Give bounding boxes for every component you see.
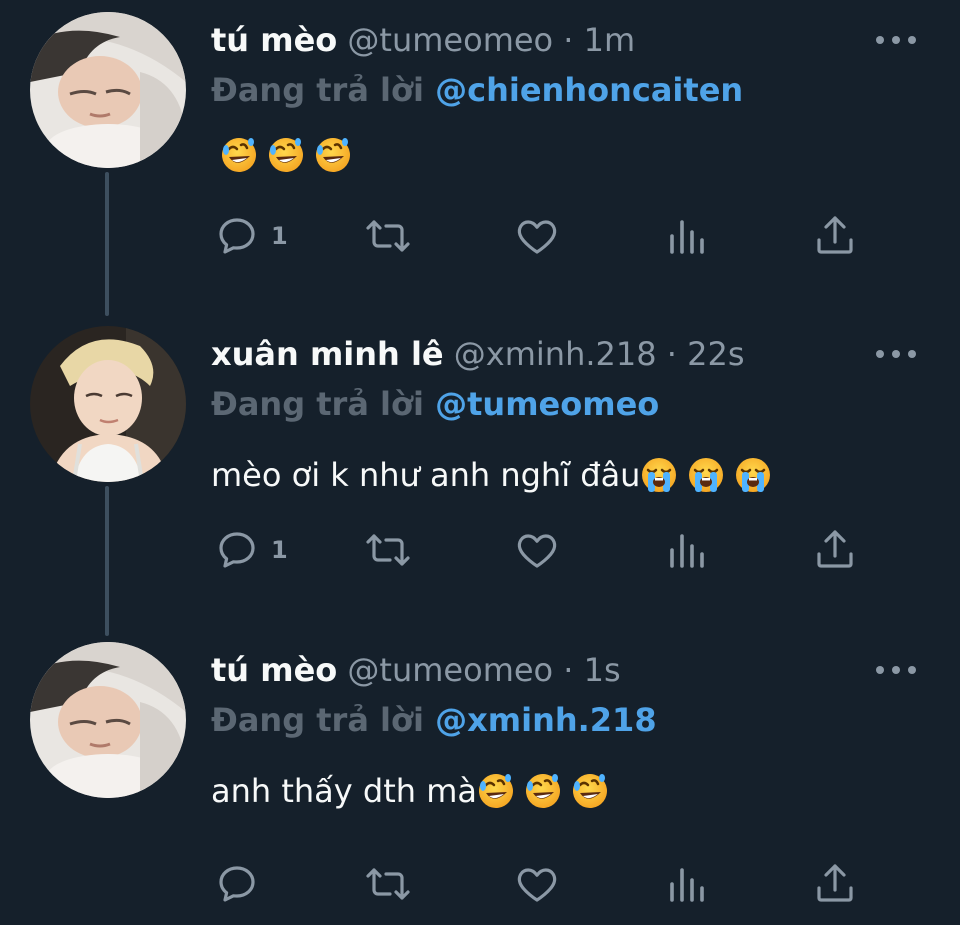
user-handle[interactable]: @tumeomeo (347, 21, 553, 59)
reply-icon (219, 218, 255, 254)
retweet-icon (366, 534, 410, 566)
crying-emoji-icon (688, 456, 725, 494)
crying-emoji-icon (735, 456, 772, 494)
like-icon (517, 220, 557, 254)
rolling-laughing-emoji-icon (570, 772, 609, 810)
reply-count: 1 (271, 222, 288, 250)
rolling-laughing-emoji-icon (314, 136, 352, 174)
views-button[interactable] (664, 526, 712, 574)
share-button[interactable] (811, 860, 859, 908)
retweet-button[interactable] (362, 212, 414, 260)
tweet-actions: 1 (0, 212, 960, 260)
rolling-laughing-emoji-icon (523, 772, 562, 810)
replying-label: Đang trả lời (211, 385, 424, 423)
display-name[interactable]: xuân minh lê (211, 335, 444, 373)
tweet[interactable]: xuân minh lê @xminh.218 · 22s Đang trả l… (0, 314, 960, 628)
avatar[interactable] (30, 642, 186, 798)
share-button[interactable] (811, 212, 859, 260)
tweet-header: tú mèo @tumeomeo · 1m (211, 18, 635, 62)
replying-to: Đang trả lời @tumeomeo (211, 382, 659, 426)
crying-emoji-icon (641, 456, 678, 494)
user-handle[interactable]: @tumeomeo (347, 651, 553, 689)
replying-label: Đang trả lời (211, 71, 424, 109)
replying-to: Đang trả lời @xminh.218 (211, 698, 657, 742)
views-button[interactable] (664, 212, 712, 260)
replying-to-handle[interactable]: @tumeomeo (435, 385, 659, 423)
display-name[interactable]: tú mèo (211, 651, 337, 689)
timestamp[interactable]: 1m (584, 21, 636, 59)
replying-label: Đang trả lời (211, 701, 424, 739)
views-icon (670, 534, 704, 568)
retweet-icon (366, 220, 410, 252)
timestamp[interactable]: 22s (687, 335, 744, 373)
reply-icon (219, 532, 255, 568)
reply-icon (219, 866, 255, 902)
tweet-actions: 1 (0, 526, 960, 574)
rolling-laughing-emoji-icon (476, 772, 515, 810)
tweet-actions (0, 860, 960, 908)
retweet-icon (366, 868, 410, 900)
share-icon (817, 864, 853, 902)
retweet-button[interactable] (362, 526, 414, 574)
share-icon (817, 216, 853, 254)
rolling-laughing-emoji-icon (220, 136, 258, 174)
like-button[interactable] (513, 212, 561, 260)
views-icon (670, 220, 704, 254)
like-icon (517, 534, 557, 568)
tweet[interactable]: tú mèo @tumeomeo · 1m Đang trả lời @chie… (0, 0, 960, 314)
tweet-text: mèo ơi k như anh nghĩ đâu (211, 450, 772, 500)
meta-separator: · (666, 335, 677, 373)
avatar[interactable] (30, 12, 186, 168)
like-button[interactable] (513, 526, 561, 574)
retweet-button[interactable] (362, 860, 414, 908)
replying-to-handle[interactable]: @chienhoncaiten (435, 71, 743, 109)
rolling-laughing-emoji-icon (267, 136, 305, 174)
tweet-text: anh thấy dth mà (211, 766, 609, 816)
more-options-icon[interactable] (876, 648, 916, 692)
timestamp[interactable]: 1s (584, 651, 621, 689)
tweet-text (211, 136, 352, 174)
share-icon (817, 530, 853, 568)
display-name[interactable]: tú mèo (211, 21, 337, 59)
tweet-header: tú mèo @tumeomeo · 1s (211, 648, 621, 692)
like-button[interactable] (513, 860, 561, 908)
replying-to-handle[interactable]: @xminh.218 (435, 701, 656, 739)
more-options-icon[interactable] (876, 18, 916, 62)
share-button[interactable] (811, 526, 859, 574)
replying-to: Đang trả lời @chienhoncaiten (211, 68, 743, 112)
more-options-icon[interactable] (876, 332, 916, 376)
tweet[interactable]: tú mèo @tumeomeo · 1s Đang trả lời @xmin… (0, 630, 960, 925)
reply-button[interactable]: 1 (213, 212, 288, 260)
user-handle[interactable]: @xminh.218 (454, 335, 657, 373)
tweet-body: anh thấy dth mà (211, 772, 477, 810)
reply-count: 1 (271, 536, 288, 564)
reply-button[interactable] (213, 860, 271, 908)
meta-separator: · (563, 21, 574, 59)
reply-button[interactable]: 1 (213, 526, 288, 574)
avatar[interactable] (30, 326, 186, 482)
views-button[interactable] (664, 860, 712, 908)
tweet-header: xuân minh lê @xminh.218 · 22s (211, 332, 745, 376)
tweet-body: mèo ơi k như anh nghĩ đâu (211, 456, 641, 494)
views-icon (670, 868, 704, 902)
like-icon (517, 868, 557, 902)
meta-separator: · (563, 651, 574, 689)
